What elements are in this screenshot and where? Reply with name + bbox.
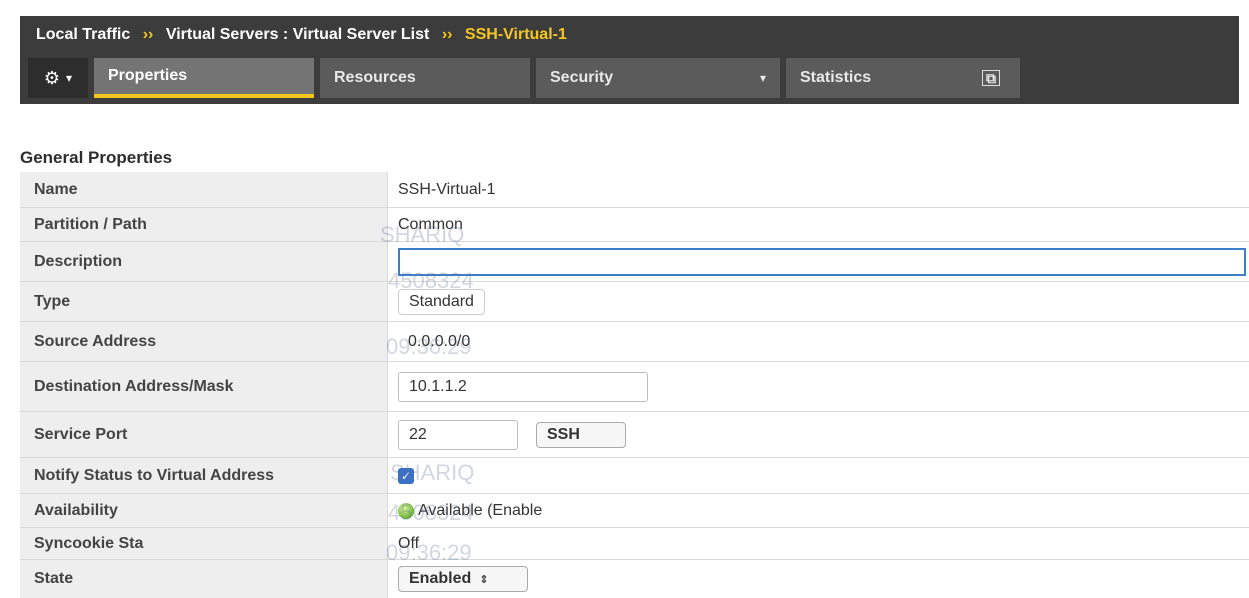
notify-label: Notify Status to Virtual Address xyxy=(20,458,388,493)
property-row-type: Type Standard xyxy=(20,282,1249,322)
chevron-updown-icon: ⇕ xyxy=(479,573,489,586)
tab-resources[interactable]: Resources xyxy=(320,58,530,98)
destination-label: Destination Address/Mask xyxy=(20,362,388,411)
description-label: Description xyxy=(20,242,388,281)
service-protocol-value: SSH xyxy=(547,425,580,443)
property-row-destination: Destination Address/Mask 10.1.1.2 xyxy=(20,362,1249,412)
breadcrumb-separator: ›› xyxy=(142,26,154,43)
description-input[interactable] xyxy=(398,248,1246,276)
name-label: Name xyxy=(20,172,388,207)
state-value: Enabled xyxy=(409,570,472,587)
type-label: Type xyxy=(20,282,388,321)
notify-cell: ✓ xyxy=(390,458,1249,493)
service-port-value: 22 xyxy=(409,425,427,443)
status-available-icon xyxy=(398,502,414,519)
external-link-icon: ⧉ xyxy=(982,70,1000,86)
availability-value: Available (Enable xyxy=(418,501,543,519)
property-row-source-address: Source Address 0.0.0.0/0 xyxy=(20,322,1249,362)
service-port-label: Service Port xyxy=(20,412,388,457)
breadcrumb-local-traffic[interactable]: Local Traffic xyxy=(36,26,130,43)
property-row-name: Name SSH-Virtual-1 xyxy=(20,172,1249,208)
syncookie-label: Syncookie Sta xyxy=(20,528,388,559)
source-address-value[interactable]: 0.0.0.0/0 xyxy=(398,333,470,351)
tab-statistics[interactable]: Statistics ⧉ xyxy=(786,58,1020,98)
notify-checkbox[interactable]: ✓ xyxy=(398,467,414,484)
type-value: Standard xyxy=(409,292,474,310)
breadcrumb-separator: ›› xyxy=(441,26,453,43)
tab-properties[interactable]: Properties xyxy=(94,58,314,98)
property-row-notify: Notify Status to Virtual Address ✓ xyxy=(20,458,1249,494)
destination-value: 10.1.1.2 xyxy=(409,377,467,395)
state-label: State xyxy=(20,560,388,598)
chevron-down-icon: ▾ xyxy=(66,71,73,85)
service-port-input[interactable]: 22 xyxy=(398,419,518,450)
service-port-cell: 22 SSH xyxy=(390,412,1249,457)
gear-icon: ⚙ xyxy=(43,67,61,88)
breadcrumb-virtual-server-list[interactable]: Virtual Servers : Virtual Server List xyxy=(166,26,430,43)
tab-security[interactable]: Security ▾ xyxy=(536,58,780,98)
property-row-description: Description xyxy=(20,242,1249,282)
property-row-state: State Enabled ⇕ xyxy=(20,560,1249,598)
property-row-service-port: Service Port 22 SSH xyxy=(20,412,1249,458)
check-icon: ✓ xyxy=(400,468,412,483)
breadcrumb: Local Traffic ›› Virtual Servers : Virtu… xyxy=(36,26,567,44)
type-select[interactable]: Standard xyxy=(398,288,485,315)
gear-menu-button[interactable]: ⚙ ▾ xyxy=(28,58,88,98)
tab-label: Statistics xyxy=(800,69,872,86)
availability-cell: Available (Enable xyxy=(390,494,1249,527)
destination-cell: 10.1.1.2 xyxy=(390,362,1249,411)
section-title: General Properties xyxy=(20,148,173,167)
state-cell: Enabled ⇕ xyxy=(390,560,1249,598)
name-value: SSH-Virtual-1 xyxy=(398,180,496,198)
header-bar: Local Traffic ›› Virtual Servers : Virtu… xyxy=(20,16,1239,104)
type-value-cell: Standard xyxy=(390,282,1249,321)
service-protocol-select[interactable]: SSH xyxy=(536,421,626,448)
tab-label: Properties xyxy=(108,67,188,84)
property-row-partition: Partition / Path Common xyxy=(20,208,1249,242)
chevron-down-icon: ▾ xyxy=(759,71,766,85)
availability-label: Availability xyxy=(20,494,388,527)
destination-input[interactable]: 10.1.1.2 xyxy=(398,371,648,402)
breadcrumb-current: SSH-Virtual-1 xyxy=(464,26,567,43)
tab-label: Security xyxy=(550,69,614,86)
source-address-label: Source Address xyxy=(20,322,388,361)
state-select[interactable]: Enabled ⇕ xyxy=(398,566,528,592)
property-row-syncookie: Syncookie Sta Off xyxy=(20,528,1249,560)
syncookie-value: Off xyxy=(398,534,420,552)
source-address-cell: 0.0.0.0/0 xyxy=(390,322,1249,361)
partition-value: Common xyxy=(398,215,463,233)
property-row-availability: Availability Available (Enable xyxy=(20,494,1249,528)
partition-label: Partition / Path xyxy=(20,208,388,241)
tab-label: Resources xyxy=(334,69,416,86)
